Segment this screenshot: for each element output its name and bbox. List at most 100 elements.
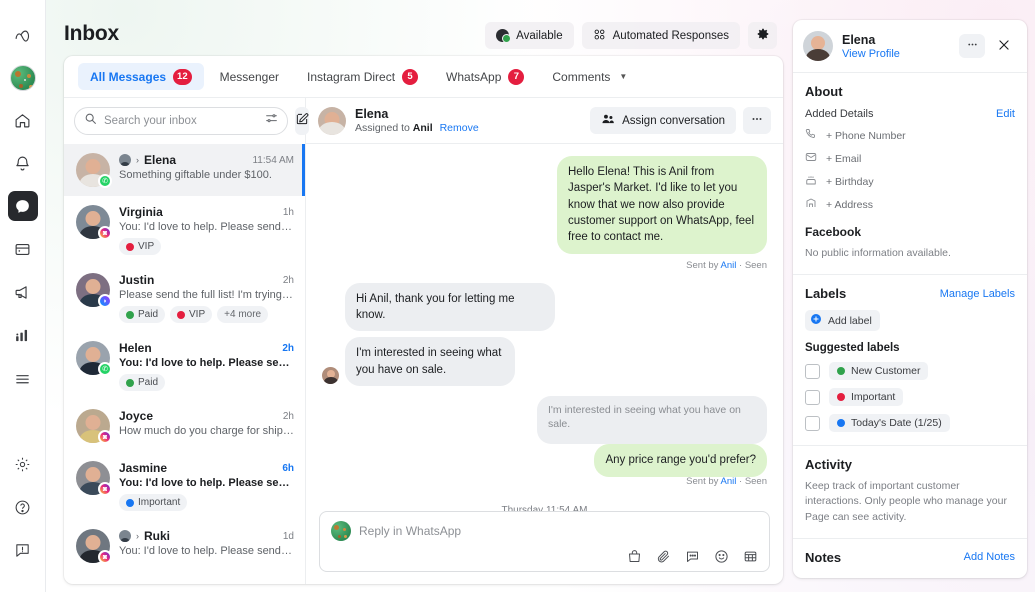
view-profile-link[interactable]: View Profile	[842, 48, 900, 60]
avatar: ✆	[76, 341, 112, 376]
filter-sliders-icon[interactable]	[265, 112, 278, 130]
close-icon	[997, 38, 1011, 55]
inbox-tabs: All Messages 12 Messenger Instagram Dire…	[64, 56, 783, 98]
add-label-button[interactable]: Add label	[805, 310, 880, 332]
feedback-icon[interactable]	[8, 535, 38, 565]
facebook-note: No public information available.	[805, 247, 951, 259]
add-email-row[interactable]: + Email	[805, 151, 1015, 166]
remove-assignment-link[interactable]: Remove	[440, 122, 479, 134]
label-chip[interactable]: Paid	[119, 306, 166, 323]
plus-circle-icon	[810, 313, 822, 328]
meta-status: Seen	[744, 259, 767, 271]
group-mini-avatar	[119, 530, 131, 542]
insights-bars-icon[interactable]	[8, 320, 38, 350]
facebook-title: Facebook	[805, 225, 862, 239]
labels-section: Labels Manage Labels Add label Suggested…	[793, 275, 1027, 447]
more-labels-chip[interactable]: +4 more	[217, 306, 269, 323]
conversation-item-justin[interactable]: ◗ Justin 2h Please send the full list! I…	[64, 264, 305, 332]
automated-responses-button[interactable]: Automated Responses	[581, 22, 740, 49]
close-panel-button[interactable]	[991, 34, 1017, 58]
conversation-item-virginia[interactable]: ◙ Virginia 1h You: I'd love to help. Ple…	[64, 196, 305, 264]
message-composer[interactable]: Reply in WhatsApp	[319, 511, 770, 572]
availability-status-button[interactable]: Available	[485, 22, 574, 49]
megaphone-icon[interactable]	[8, 277, 38, 307]
saved-replies-icon[interactable]	[685, 549, 700, 564]
search-box[interactable]	[74, 107, 288, 135]
emoji-icon[interactable]	[714, 549, 729, 564]
search-input[interactable]	[104, 115, 258, 127]
label-chip[interactable]: Important	[119, 494, 188, 511]
conversation-item-jasmine[interactable]: ◙ Jasmine 6h You: I'd love to help. Plea…	[64, 452, 305, 520]
chip-dot-icon	[177, 310, 186, 319]
manage-labels-link[interactable]: Manage Labels	[940, 288, 1015, 300]
more-menu-icon[interactable]	[8, 363, 38, 393]
avatar: ✆	[76, 153, 112, 188]
thread-header: Elena Assigned to Anil Remove Assign con…	[306, 98, 783, 144]
label-chip[interactable]: VIP	[170, 306, 213, 323]
message-thread[interactable]: Hello Elena! This is Anil from Jasper's …	[306, 144, 783, 511]
conversation-list[interactable]: ✆ › Elena 11:54 AM Something giftable un…	[64, 144, 305, 584]
conversation-name: Ruki	[144, 529, 171, 543]
help-circle-icon[interactable]	[8, 492, 38, 522]
conversation-time: 6h	[282, 462, 294, 474]
tab-instagram-direct[interactable]: Instagram Direct 5	[295, 63, 430, 90]
added-details-row: Added Details Edit	[805, 108, 1015, 120]
assign-conversation-button[interactable]: Assign conversation	[590, 107, 736, 134]
suggested-label-chip[interactable]: Today's Date (1/25)	[829, 414, 950, 433]
suggested-label-text: Today's Date (1/25)	[851, 417, 942, 430]
add-address-label: + Address	[826, 198, 873, 211]
tab-badge: 7	[508, 68, 525, 85]
suggested-label-chip[interactable]: New Customer	[829, 362, 929, 381]
suggested-label-row[interactable]: Today's Date (1/25)	[805, 414, 1015, 433]
message-meta: Sent by Anil · Seen	[686, 475, 767, 487]
message-row-incoming: Hi Anil, thank you for letting me know.	[322, 282, 767, 332]
conversation-name: Jasmine	[119, 461, 168, 475]
suggested-label-row[interactable]: New Customer	[805, 362, 1015, 381]
conversation-name: Elena	[144, 153, 177, 167]
ads-card-icon[interactable]	[8, 234, 38, 264]
contact-more-button[interactable]	[959, 34, 985, 58]
tab-all-messages[interactable]: All Messages 12	[78, 63, 204, 90]
tab-messenger[interactable]: Messenger	[208, 63, 291, 90]
suggested-label-chip[interactable]: Important	[829, 388, 904, 407]
label-checkbox[interactable]	[805, 415, 820, 431]
home-icon[interactable]	[8, 105, 38, 135]
label-chip[interactable]: Paid	[119, 374, 166, 391]
add-notes-link[interactable]: Add Notes	[964, 551, 1015, 563]
conversation-item-ruki[interactable]: ◙ › Ruki 1d You: I'd love to help. Pleas…	[64, 520, 305, 572]
conversation-item-joyce[interactable]: ◙ Joyce 2h How much do you charge for sh…	[64, 400, 305, 452]
add-phone-number-row[interactable]: + Phone Number	[805, 128, 1015, 143]
meta-status: Seen	[744, 475, 767, 487]
label-chip[interactable]: VIP	[119, 238, 162, 255]
conversation-item-elena[interactable]: ✆ › Elena 11:54 AM Something giftable un…	[64, 144, 305, 196]
label-checkbox[interactable]	[805, 363, 820, 379]
label-checkbox[interactable]	[805, 389, 820, 405]
notifications-bell-icon[interactable]	[8, 148, 38, 178]
availability-dot-icon	[496, 29, 512, 43]
edit-details-link[interactable]: Edit	[996, 108, 1015, 120]
assign-people-icon	[601, 112, 615, 129]
inbox-settings-button[interactable]	[748, 22, 777, 49]
conversation-item-helen[interactable]: ✆ Helen 2h You: I'd love to help. Please…	[64, 332, 305, 400]
composer-placeholder[interactable]: Reply in WhatsApp	[359, 524, 461, 538]
suggested-label-row[interactable]: Important	[805, 388, 1015, 407]
contact-panel-header: Elena View Profile	[793, 20, 1027, 73]
inbox-chat-icon[interactable]	[7, 191, 38, 221]
thread-column: Elena Assigned to Anil Remove Assign con…	[306, 98, 783, 584]
add-birthday-row[interactable]: + Birthday	[805, 174, 1015, 189]
tab-comments[interactable]: Comments ▼	[540, 63, 639, 90]
meta-logo-icon[interactable]	[8, 22, 38, 52]
add-address-row[interactable]: + Address	[805, 197, 1015, 212]
settings-gear-icon[interactable]	[8, 449, 38, 479]
tab-label: All Messages	[90, 69, 167, 84]
chip-label: Paid	[138, 377, 159, 388]
contact-name: Elena	[842, 32, 876, 47]
message-bubble: I'm interested in seeing what you have o…	[345, 337, 515, 386]
thread-more-button[interactable]	[743, 107, 771, 134]
add-phone-number-label: + Phone Number	[826, 129, 906, 142]
tab-whatsapp[interactable]: WhatsApp 7	[434, 63, 536, 90]
shopping-bag-icon[interactable]	[627, 549, 642, 564]
paperclip-icon[interactable]	[656, 549, 671, 564]
gif-grid-icon[interactable]	[743, 549, 758, 564]
page-avatar[interactable]	[9, 65, 36, 91]
